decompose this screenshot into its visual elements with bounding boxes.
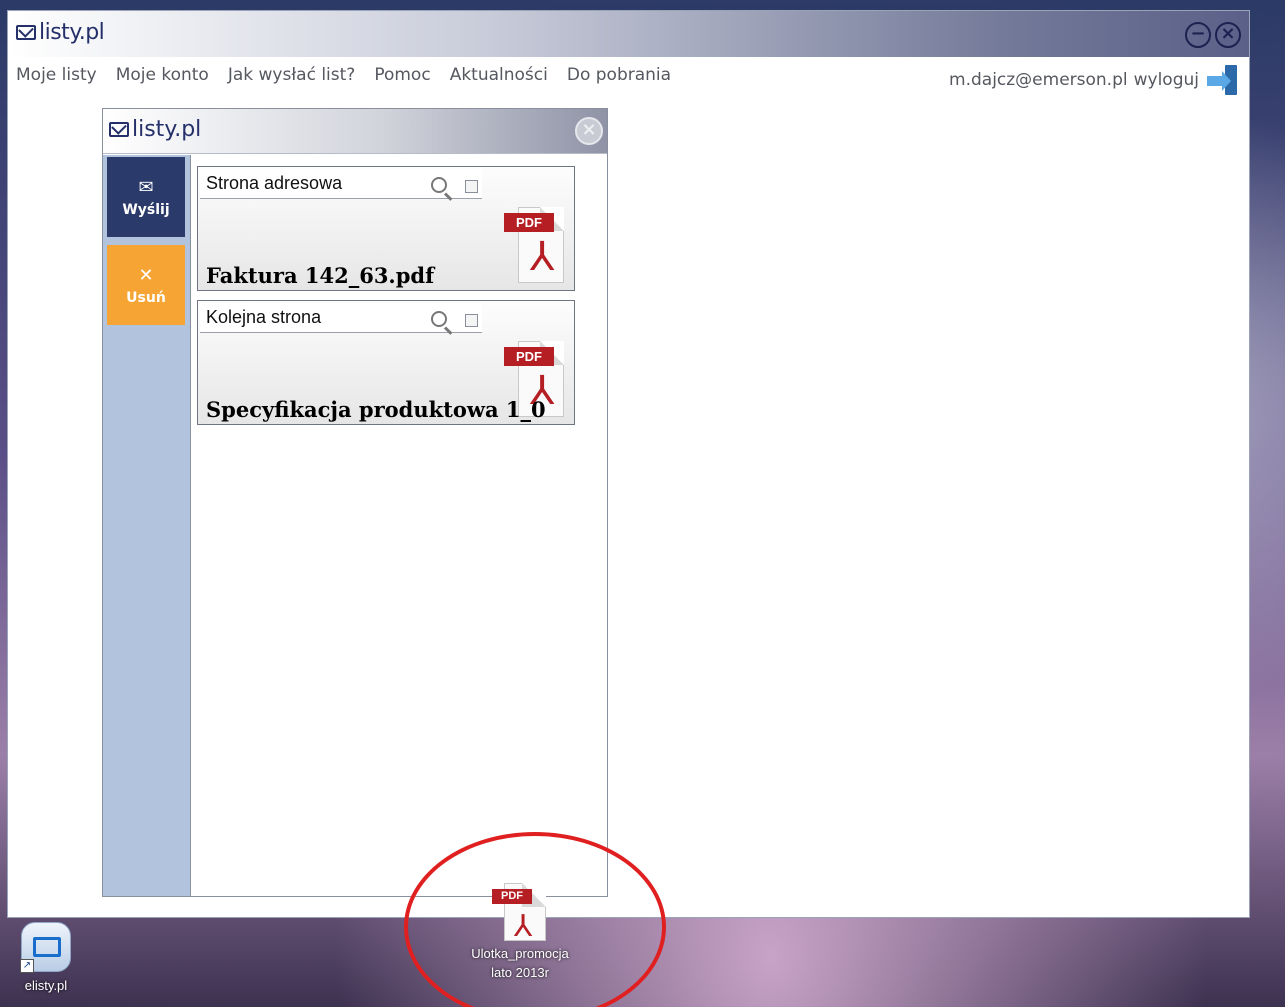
file-card[interactable]: Kolejna strona PDF ⅄ Specyfikacja produk… <box>197 300 575 425</box>
envelope-logo-icon <box>16 25 36 40</box>
app-logo-text: listy.pl <box>39 20 105 45</box>
menu-item-moje-konto[interactable]: Moje konto <box>116 65 209 85</box>
send-button-label: Wyślij <box>122 201 170 218</box>
app-titlebar[interactable]: listy.pl − × <box>8 11 1249 57</box>
select-checkbox[interactable] <box>465 314 478 327</box>
panel-sidebar: ✉ Wyślij ✕ Usuń <box>103 155 191 896</box>
letter-panel: listy.pl × ✉ Wyślij ✕ Usuń Strona adreso… <box>102 108 608 897</box>
desktop-shortcut-elisty[interactable]: ↗ elisty.pl <box>10 922 82 1000</box>
send-icon: ✉ <box>138 176 154 198</box>
logout-link[interactable]: wyloguj <box>1134 70 1199 90</box>
menu-item-moje-listy[interactable]: Moje listy <box>16 65 97 85</box>
pdf-file-icon: PDF ⅄ <box>504 207 564 283</box>
panel-logo-text: listy.pl <box>132 117 202 142</box>
logout-arrow-shape <box>1207 71 1231 91</box>
pdf-type-label: PDF <box>504 213 554 232</box>
pdf-type-label: PDF <box>504 347 554 366</box>
card-page-type: Kolejna strona <box>206 307 322 327</box>
menu-item-do-pobrania[interactable]: Do pobrania <box>567 65 671 85</box>
panel-close-button[interactable]: × <box>575 117 603 145</box>
minimize-button[interactable]: − <box>1185 22 1211 48</box>
delete-icon: ✕ <box>138 264 154 286</box>
close-button[interactable]: × <box>1215 22 1241 48</box>
menu-item-aktualnosci[interactable]: Aktualności <box>450 65 548 85</box>
app-window: listy.pl − × Moje listy Moje konto Jak w… <box>7 10 1250 918</box>
menu-item-pomoc[interactable]: Pomoc <box>374 65 430 85</box>
file-card[interactable]: Strona adresowa PDF ⅄ Faktura 142_63.pdf <box>197 166 575 291</box>
send-button[interactable]: ✉ Wyślij <box>107 157 185 237</box>
envelope-shape <box>33 937 61 957</box>
select-checkbox[interactable] <box>465 180 478 193</box>
file-name: Specyfikacja produktowa 1_0 <box>206 397 546 422</box>
delete-button[interactable]: ✕ Usuń <box>107 245 185 325</box>
menu-item-jak-wyslac-list[interactable]: Jak wysłać list? <box>228 65 356 85</box>
user-email: m.dajcz@emerson.pl <box>949 70 1128 90</box>
user-area: m.dajcz@emerson.pl wyloguj <box>949 65 1237 95</box>
logout-icon[interactable] <box>1205 65 1237 95</box>
acrobat-logo-icon: ⅄ <box>530 234 555 280</box>
main-menu: Moje listy Moje konto Jak wysłać list? P… <box>16 65 671 85</box>
envelope-logo-icon <box>109 122 129 137</box>
menubar: Moje listy Moje konto Jak wysłać list? P… <box>8 57 1249 99</box>
highlight-circle <box>404 832 666 1007</box>
card-header: Strona adresowa <box>200 169 482 199</box>
app-logo: listy.pl <box>16 20 105 45</box>
elisty-app-icon: ↗ <box>20 922 71 973</box>
card-header: Kolejna strona <box>200 303 482 333</box>
card-page-type: Strona adresowa <box>206 173 343 193</box>
file-name: Faktura 142_63.pdf <box>206 263 435 288</box>
panel-logo: listy.pl <box>109 117 201 142</box>
delete-button-label: Usuń <box>126 289 166 306</box>
preview-magnifier-icon[interactable] <box>431 311 447 327</box>
shortcut-label: elisty.pl <box>24 978 68 993</box>
panel-titlebar[interactable]: listy.pl × <box>103 109 607 154</box>
shortcut-arrow-icon: ↗ <box>20 959 34 973</box>
preview-magnifier-icon[interactable] <box>431 177 447 193</box>
